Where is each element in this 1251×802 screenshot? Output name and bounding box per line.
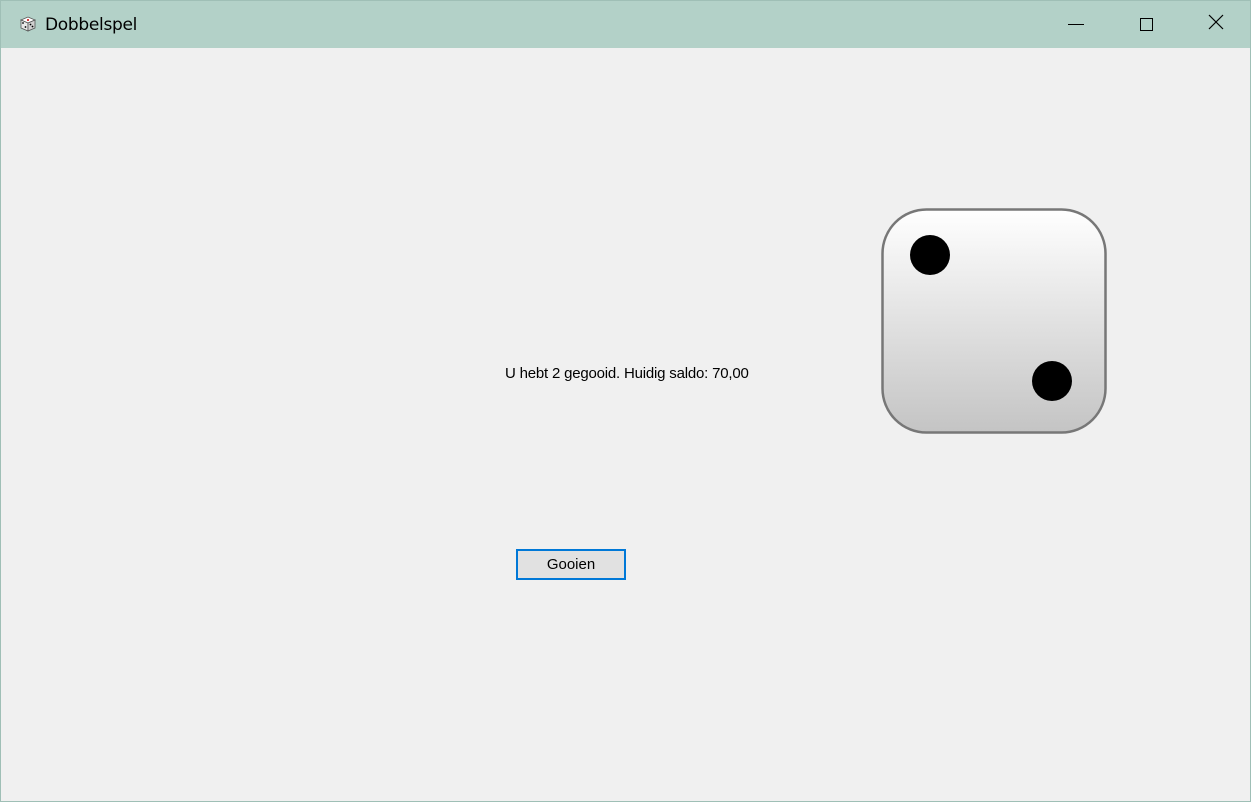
roll-button[interactable]: Gooien <box>516 549 626 580</box>
close-icon <box>1208 14 1224 35</box>
close-button[interactable] <box>1181 1 1251 48</box>
die-pip <box>1032 361 1072 401</box>
app-window: Dobbelspel U hebt 2 gegooid. Huidig sald… <box>0 0 1251 802</box>
result-label: U hebt 2 gegooid. Huidig saldo: 70,00 <box>505 365 749 382</box>
maximize-button[interactable] <box>1111 1 1181 48</box>
minimize-button[interactable] <box>1041 1 1111 48</box>
minimize-icon <box>1068 24 1084 25</box>
game-panel: U hebt 2 gegooid. Huidig saldo: 70,00 Go… <box>1 48 1250 801</box>
die-image <box>881 208 1107 434</box>
window-title: Dobbelspel <box>45 15 138 35</box>
maximize-icon <box>1139 18 1153 31</box>
dice-icon <box>18 14 38 34</box>
die-pip <box>910 235 950 275</box>
title-bar[interactable]: Dobbelspel <box>1 1 1250 48</box>
